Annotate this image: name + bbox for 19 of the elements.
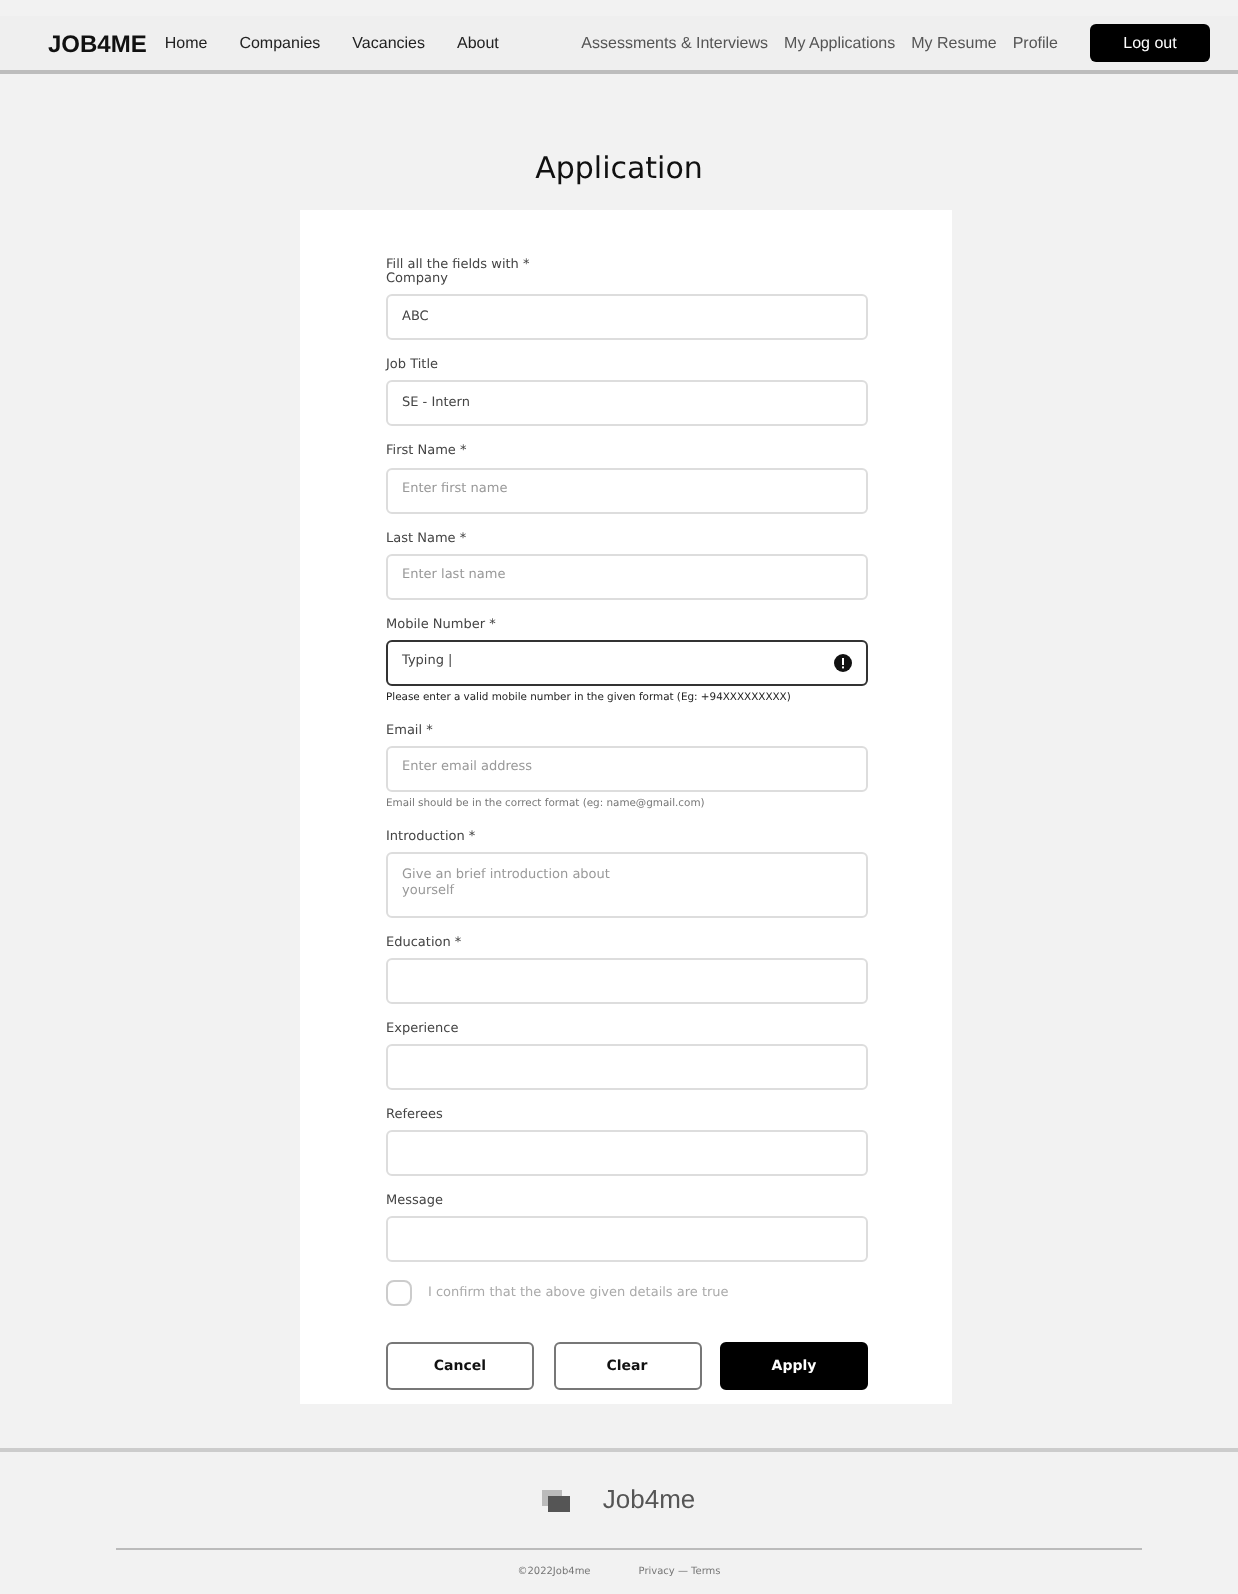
nav-link[interactable]: About [457,31,499,55]
input-field[interactable] [386,1216,868,1263]
nav-link[interactable]: Assessments & Interviews [581,31,769,55]
logo-icon [542,1489,571,1511]
input-field[interactable] [386,1044,868,1090]
input-field[interactable] [386,957,868,1004]
error-icon [834,653,852,672]
logout-button[interactable]: Log out [1090,24,1210,62]
brand-logo[interactable]: JOB4ME [48,25,147,61]
nav-link[interactable]: My Applications [784,31,896,55]
checkbox[interactable] [386,1280,412,1307]
page-title: Application [533,150,705,186]
nav-link[interactable]: Vacancies [352,31,425,55]
footer-brand: Job4me [602,1482,696,1519]
nav-link[interactable]: My Resume [911,31,997,55]
nav-link[interactable]: Profile [1012,31,1058,55]
nav-link[interactable]: Home [164,31,208,55]
input-field[interactable] [386,1130,868,1177]
nav-link[interactable]: Companies [239,31,321,55]
